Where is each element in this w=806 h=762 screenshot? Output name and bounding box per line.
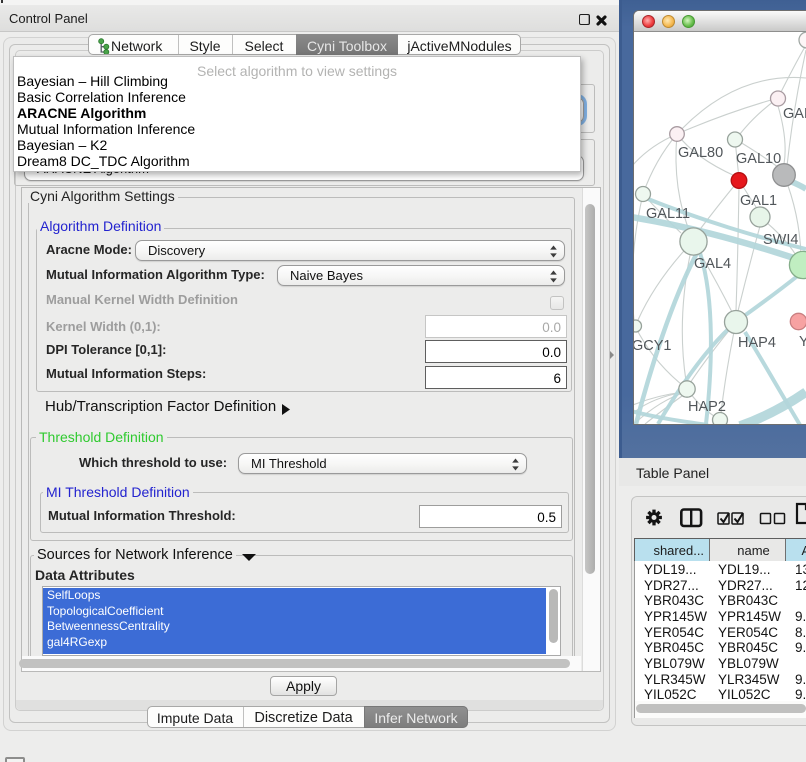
- svg-text:HAP2: HAP2: [688, 399, 726, 415]
- svg-text:HAP4: HAP4: [738, 335, 776, 351]
- svg-text:SWI4: SWI4: [763, 232, 798, 248]
- svg-text:GAL11: GAL11: [646, 206, 690, 222]
- svg-text:Y: Y: [799, 334, 806, 350]
- svg-text:GAL1: GAL1: [740, 193, 777, 209]
- svg-text:GAL80: GAL80: [678, 145, 723, 161]
- svg-text:GAL10: GAL10: [736, 151, 781, 167]
- svg-text:GAL4: GAL4: [694, 256, 731, 272]
- svg-text:GAL7: GAL7: [783, 106, 806, 122]
- svg-text:GCY1: GCY1: [634, 338, 672, 354]
